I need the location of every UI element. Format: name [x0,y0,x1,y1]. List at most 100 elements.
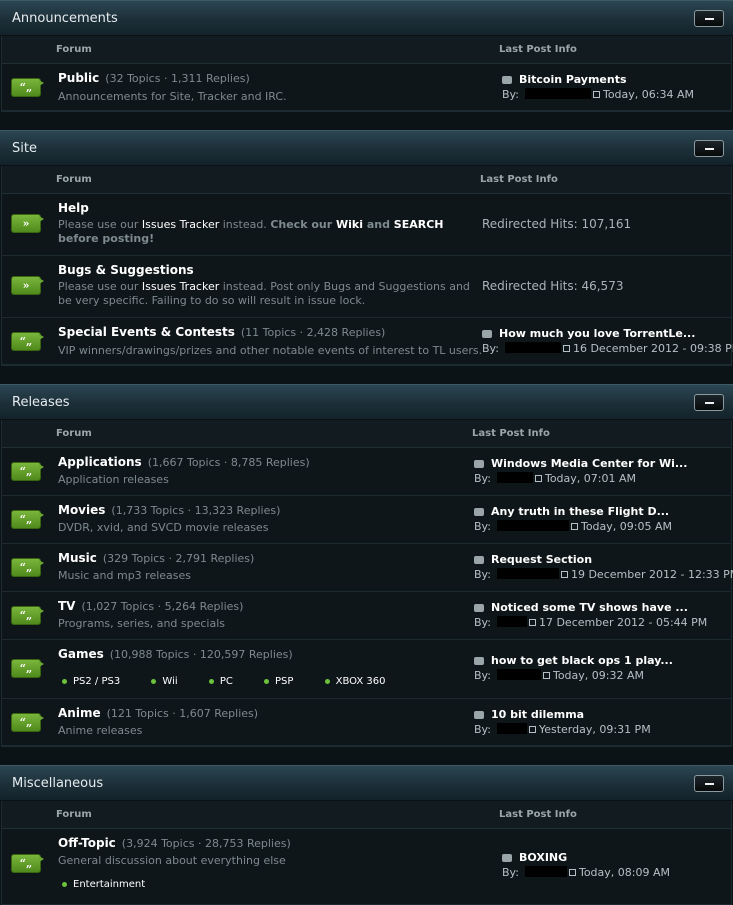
forum-stats: (121 Topics · 1,607 Replies) [106,707,259,720]
issues-tracker-link[interactable]: Issues Tracker [142,218,219,231]
category-title: Announcements [12,11,118,26]
forum-stats: (329 Topics · 2,791 Replies) [102,552,255,565]
forum-link-movies[interactable]: Movies [58,503,105,517]
category-title: Miscellaneous [12,776,104,791]
view-last-post-icon[interactable] [568,869,576,876]
forum-read-icon[interactable]: “„ [11,659,44,678]
forum-read-icon[interactable]: “„ [11,854,44,873]
forum-description: Announcements for Site, Tracker and IRC. [58,90,287,103]
forum-link-games[interactable]: Games [58,647,104,661]
last-post-link[interactable]: Any truth in these Flight D... [491,505,669,518]
subforum-pc[interactable]: PC [208,676,247,687]
view-last-post-icon[interactable] [542,672,550,679]
forum-read-icon[interactable]: “„ [11,510,44,529]
last-post-time: Yesterday, 09:31 PM [538,723,651,736]
category-site: Site Forum Last Post Info » Help Please … [0,130,733,366]
category-header: Miscellaneous [0,765,733,801]
collapse-button[interactable] [694,775,724,792]
last-post-time: 16 December 2012 - 09:38 PM [572,342,733,355]
forum-read-icon[interactable]: “„ [11,558,44,577]
view-last-post-icon[interactable] [570,523,578,530]
redirect-hits: Redirected Hits: 46,573 [482,279,624,293]
subforum-xbox-360[interactable]: XBOX 360 [324,676,400,687]
collapse-button[interactable] [694,10,724,27]
last-post-time: Today, 07:01 AM [544,472,636,485]
forum-description: Please use our Issues Tracker instead. P… [58,280,470,307]
forum-row-anime: “„ Anime (121 Topics · 1,607 Replies) Ani… [2,699,731,746]
last-post-link[interactable]: Noticed some TV shows have ... [491,601,688,614]
forum-read-icon[interactable]: “„ [11,78,44,97]
subforum-ps2-ps3[interactable]: PS2 / PS3 [62,676,134,687]
forum-row-applications: “„ Applications (1,667 Topics · 8,785 Rep… [2,448,731,496]
category-body: Forum Last Post Info “„ Public (32 Topics… [1,36,732,112]
forum-row-movies: “„ Movies (1,733 Topics · 13,323 Replies)… [2,496,731,544]
view-last-post-icon[interactable] [562,345,570,352]
redirect-forum-icon[interactable]: » [11,214,44,233]
category-miscellaneous: Miscellaneous Forum Last Post Info “„ Of… [0,765,733,905]
collapse-button[interactable] [694,394,724,411]
search-link[interactable]: SEARCH [394,218,444,231]
view-last-post-icon[interactable] [528,619,536,626]
forum-stats: (32 Topics · 1,311 Replies) [105,72,250,85]
last-post-link[interactable]: How much you love TorrentLe... [499,327,695,340]
column-header: Forum Last Post Info [2,36,731,64]
forum-link-help[interactable]: Help [58,201,89,215]
last-post-link[interactable]: how to get black ops 1 play... [491,654,673,667]
last-post-icon [474,711,484,719]
redacted-username [496,520,569,531]
category-header: Releases [0,384,733,420]
forum-link-tv[interactable]: TV [58,599,75,613]
forum-link-bugs-suggestions[interactable]: Bugs & Suggestions [58,263,194,277]
forum-link-applications[interactable]: Applications [58,455,142,469]
subforum-list: PS2 / PS3 Wii PC PSP XBOX 360 [62,676,414,687]
redirect-forum-icon[interactable]: » [11,276,44,295]
last-post-link[interactable]: Windows Media Center for Wi... [491,457,687,470]
collapse-button[interactable] [694,140,724,157]
forum-link-public[interactable]: Public [58,71,99,85]
forum-read-icon[interactable]: “„ [11,606,44,625]
last-post-link[interactable]: Bitcoin Payments [519,73,627,86]
category-header: Announcements [0,0,733,36]
column-last-post: Last Post Info [499,809,577,820]
forum-link-special-events[interactable]: Special Events & Contests [58,325,235,339]
subforum-entertainment[interactable]: Entertainment [62,879,159,890]
forum-link-music[interactable]: Music [58,551,97,565]
category-header: Site [0,130,733,166]
forum-description: Programs, series, and specials [58,617,226,630]
issues-tracker-link[interactable]: Issues Tracker [142,280,219,293]
forum-stats: (1,733 Topics · 13,323 Replies) [111,504,281,517]
forum-description: VIP winners/drawings/prizes and other no… [58,344,483,357]
view-last-post-icon[interactable] [528,726,536,733]
wiki-link[interactable]: Wiki [336,218,363,231]
last-post-link[interactable]: 10 bit dilemma [491,708,584,721]
forum-read-icon[interactable]: “„ [11,332,44,351]
view-last-post-icon[interactable] [534,475,542,482]
forum-link-anime[interactable]: Anime [58,706,101,720]
column-header: Forum Last Post Info [2,801,731,829]
view-last-post-icon[interactable] [592,91,600,98]
forum-row-bugs-suggestions: » Bugs & Suggestions Please use our Issu… [2,256,731,318]
subforum-psp[interactable]: PSP [264,676,307,687]
redacted-username [496,669,541,680]
column-last-post: Last Post Info [480,174,558,185]
by-label: By: [502,88,519,101]
view-last-post-icon[interactable] [560,571,568,578]
last-post-link[interactable]: Request Section [491,553,592,566]
last-post-icon [474,604,484,612]
forum-link-off-topic[interactable]: Off-Topic [58,836,116,850]
by-label: By: [474,723,491,736]
forum-read-icon[interactable]: “„ [11,462,44,481]
category-body: Forum Last Post Info » Help Please use o… [1,166,733,366]
forum-row-off-topic: “„ Off-Topic (3,924 Topics · 28,753 Repli… [2,829,731,905]
subforum-wii[interactable]: Wii [151,676,191,687]
column-forum: Forum [56,809,92,820]
category-body: Forum Last Post Info “„ Off-Topic (3,924 … [1,801,732,905]
forum-description: Music and mp3 releases [58,569,192,582]
redacted-username [504,342,561,353]
last-post-link[interactable]: BOXING [519,851,567,864]
forum-stats: (1,027 Topics · 5,264 Replies) [81,600,244,613]
forum-read-icon[interactable]: “„ [11,713,44,732]
redacted-username [496,723,527,734]
column-last-post: Last Post Info [499,44,577,55]
column-header: Forum Last Post Info [2,420,731,448]
